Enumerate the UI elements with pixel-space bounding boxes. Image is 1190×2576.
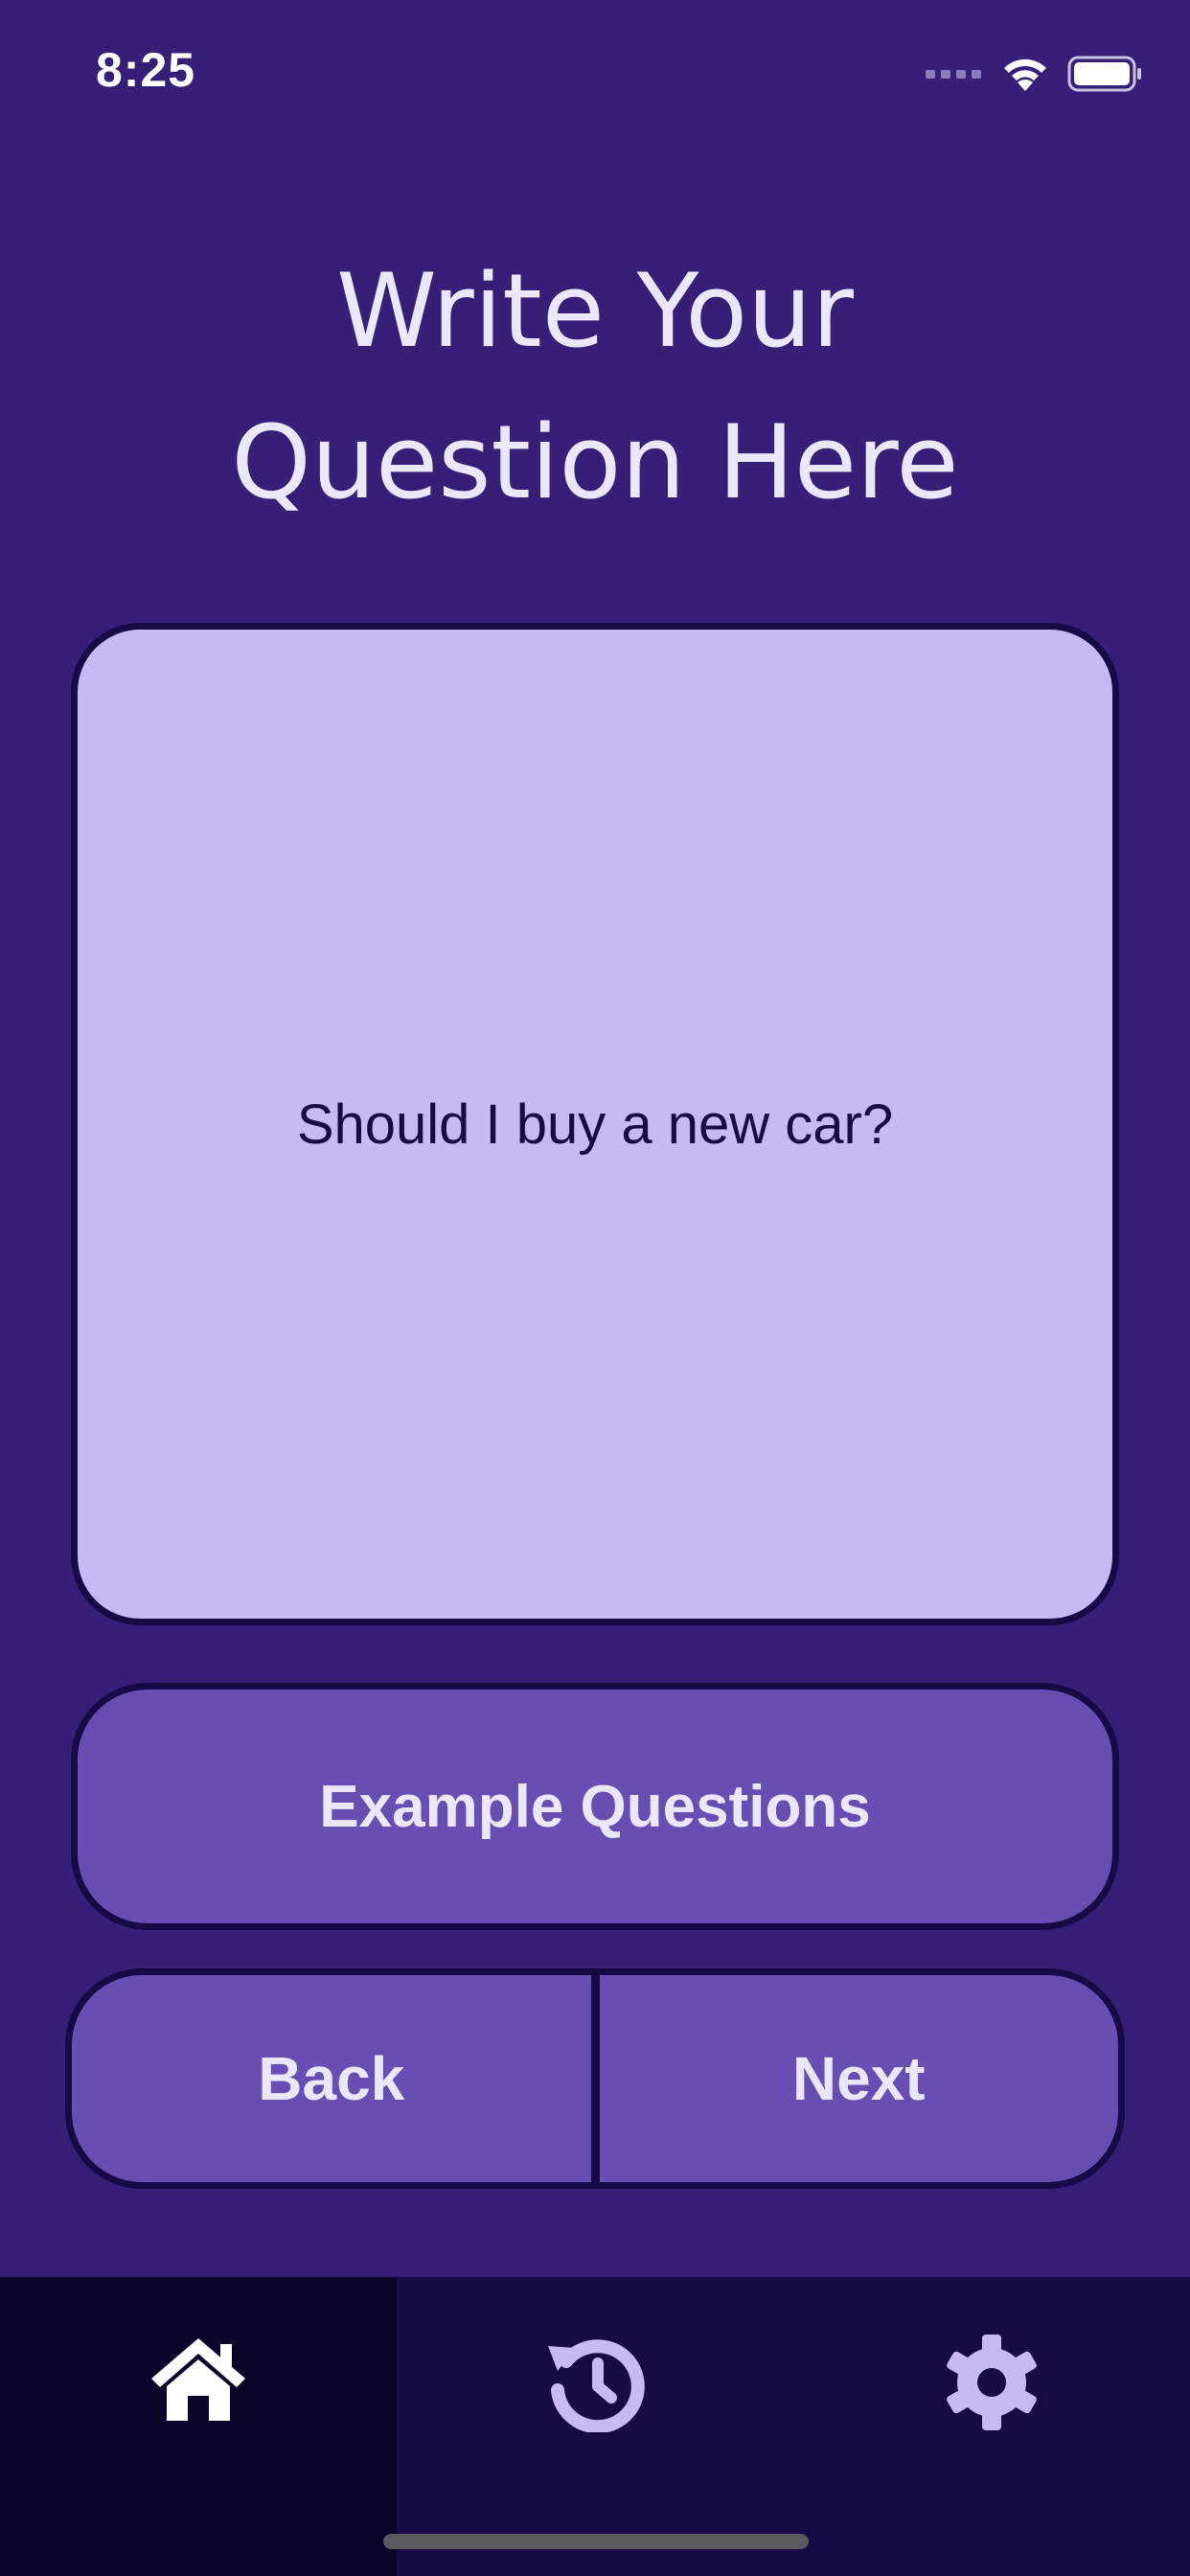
page-title-line2: Question Here (231, 403, 959, 521)
example-questions-button[interactable]: Example Questions (71, 1683, 1119, 1930)
home-indicator (383, 2534, 809, 2549)
wifi-icon (1004, 58, 1046, 91)
navigation-button-group: Back Next (65, 1968, 1125, 2189)
gear-icon (947, 2334, 1037, 2430)
back-button[interactable]: Back (72, 1975, 591, 2182)
history-icon (548, 2339, 645, 2432)
tab-bar (0, 2277, 1190, 2576)
tab-settings[interactable] (793, 2277, 1190, 2576)
tab-history[interactable] (397, 2277, 793, 2576)
status-time: 8:25 (96, 43, 196, 97)
next-button[interactable]: Next (600, 1975, 1119, 2182)
screen: 8:25 Write Your Question Here Should I b… (0, 0, 1190, 2576)
home-icon (151, 2338, 245, 2421)
status-icons (926, 50, 1144, 98)
tab-home[interactable] (0, 2277, 397, 2576)
battery-icon (1067, 56, 1141, 92)
page-title: Write Your Question Here (0, 236, 1190, 539)
page-title-line1: Write Your (336, 252, 854, 370)
cellular-signal-icon (926, 70, 981, 79)
button-divider (590, 1975, 600, 2182)
question-text[interactable]: Should I buy a new car? (297, 1092, 893, 1157)
question-input-card[interactable]: Should I buy a new car? (71, 623, 1119, 1625)
